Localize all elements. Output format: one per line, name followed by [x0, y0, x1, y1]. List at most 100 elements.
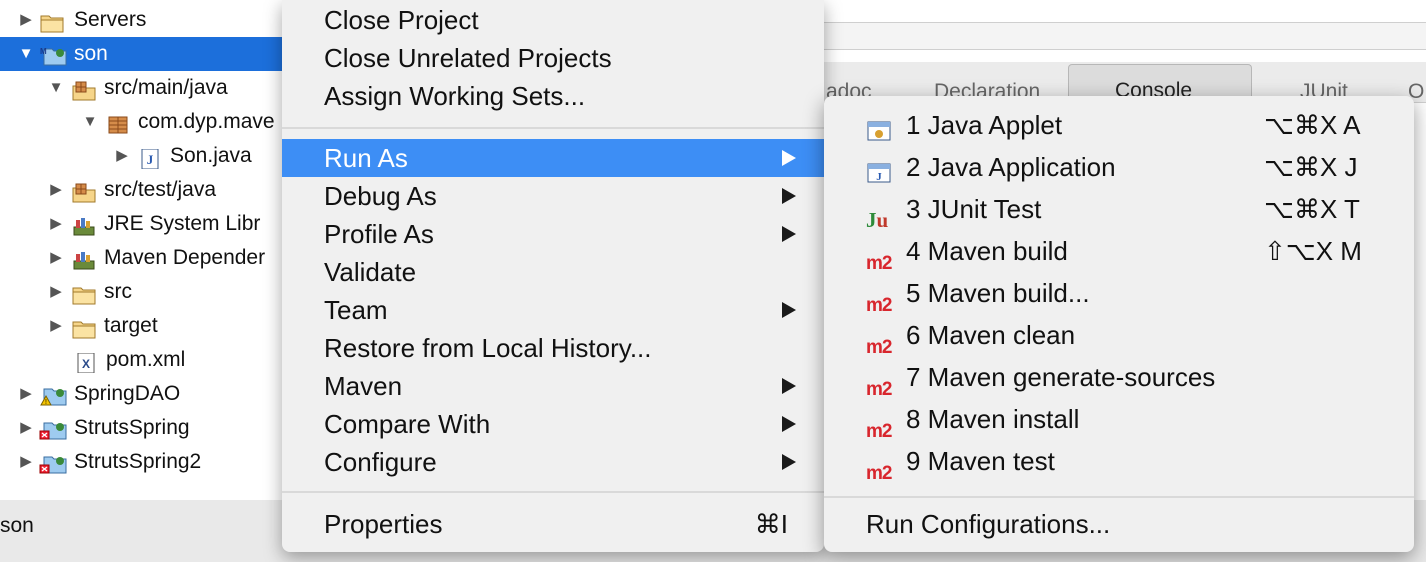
svg-text:J: J — [876, 171, 882, 183]
menu-item-label: 7 Maven generate-sources — [906, 362, 1216, 392]
menu-item-shortcut: ⌥⌘X A — [1264, 110, 1361, 140]
menu-item-label: Close Unrelated Projects — [324, 43, 612, 73]
menu-item-label: 9 Maven test — [906, 446, 1055, 476]
menu-item-debug-as[interactable]: Debug As — [282, 177, 824, 215]
tree-item[interactable]: ▶ JRE System Libr — [0, 207, 300, 241]
tree-item[interactable]: ▶! SpringDAO — [0, 377, 300, 411]
svg-text:X: X — [82, 357, 90, 371]
menu-item-properties[interactable]: Properties ⌘I — [282, 505, 824, 543]
folder-icon — [72, 282, 96, 305]
expand-right-icon[interactable]: ▶ — [18, 377, 34, 411]
expand-down-icon[interactable]: ▼ — [82, 105, 98, 139]
menu-item-label: Maven — [324, 371, 403, 401]
tree-item[interactable]: ▶ src — [0, 275, 300, 309]
tree-item[interactable]: Xpom.xml — [0, 343, 300, 377]
menu-item-label: 2 Java Application — [906, 152, 1116, 182]
run-as-item[interactable]: m2 9 Maven test — [824, 440, 1414, 484]
menu-item-shortcut: ⇧⌥X M — [1264, 236, 1362, 266]
tree-item-label: StrutsSpring2 — [74, 450, 202, 473]
menu-item-label: 3 JUnit Test — [906, 194, 1042, 224]
expand-right-icon[interactable]: ▶ — [18, 445, 34, 479]
maven-m2-icon: m2 — [866, 253, 892, 274]
svg-text:M: M — [40, 47, 47, 56]
expand-right-icon[interactable]: ▶ — [114, 139, 130, 173]
menu-item-run-configurations[interactable]: Run Configurations... — [824, 503, 1414, 545]
menu-item-label: Assign Working Sets... — [324, 81, 586, 111]
expand-down-icon[interactable]: ▼ — [18, 37, 34, 71]
menu-item-label: 1 Java Applet — [906, 110, 1063, 140]
run-as-item[interactable]: m2 5 Maven build... — [824, 272, 1414, 316]
menu-item-shortcut: ⌥⌘X J — [1264, 152, 1358, 182]
library-icon — [72, 214, 96, 236]
menu-item-label: Close Project — [324, 5, 479, 35]
menu-item-configure[interactable]: Configure — [282, 443, 824, 481]
svg-text:J: J — [147, 152, 154, 167]
expand-right-icon[interactable]: ▶ — [48, 173, 64, 207]
tree-item[interactable]: ▶ StrutsSpring — [0, 411, 300, 445]
run-as-item[interactable]: m2 7 Maven generate-sources — [824, 356, 1414, 400]
expand-right-icon[interactable]: ▶ — [48, 309, 64, 343]
run-as-item[interactable]: m2 6 Maven clean — [824, 314, 1414, 358]
tree-item[interactable]: ▶ Servers — [0, 3, 300, 37]
tree-item[interactable]: ▶ StrutsSpring2 — [0, 445, 300, 479]
tree-item-label: pom.xml — [106, 348, 186, 371]
run-as-item[interactable]: m2 8 Maven install — [824, 398, 1414, 442]
menu-item-label: Compare With — [324, 409, 491, 439]
expand-right-icon[interactable]: ▶ — [48, 275, 64, 309]
menu-item-validate[interactable]: Validate — [282, 253, 824, 291]
menu-item-profile-as[interactable]: Profile As — [282, 215, 824, 253]
expand-right-icon[interactable]: ▶ — [48, 207, 64, 241]
tree-item-label: src/main/java — [104, 76, 228, 99]
run-as-item[interactable]: 1 Java Applet ⌥⌘X A — [824, 104, 1414, 146]
menu-item-restore-local-history[interactable]: Restore from Local History... — [282, 329, 824, 367]
menu-item-close-project[interactable]: Close Project — [282, 1, 824, 39]
menu-item-compare-with[interactable]: Compare With — [282, 405, 824, 443]
menu-item-label: 6 Maven clean — [906, 320, 1076, 350]
submenu-arrow-icon — [782, 302, 796, 318]
expand-right-icon[interactable]: ▶ — [48, 241, 64, 275]
menu-item-label: 8 Maven install — [906, 404, 1080, 434]
menu-item-run-as[interactable]: Run As — [282, 139, 824, 177]
maven-m2-icon: m2 — [866, 337, 892, 358]
status-text: son — [0, 514, 34, 537]
menu-item-maven[interactable]: Maven — [282, 367, 824, 405]
tree-item-label: target — [104, 314, 158, 337]
project-error-icon — [38, 418, 67, 440]
menu-item-label: Debug As — [324, 181, 437, 211]
menu-item-label: Restore from Local History... — [324, 333, 652, 363]
menu-item-close-unrelated-projects[interactable]: Close Unrelated Projects — [282, 39, 824, 77]
run-as-item[interactable]: Ju 3 JUnit Test ⌥⌘X T — [824, 188, 1414, 232]
menu-item-label: Validate — [324, 257, 417, 287]
project-warning-icon: ! — [38, 384, 67, 406]
menu-item-team[interactable]: Team — [282, 291, 824, 329]
project-explorer: ▶ Servers ▼ Mson ▼ src/main/java ▼ com.dyp.mave… — [0, 0, 300, 501]
run-as-item[interactable]: m2 4 Maven build ⇧⌥X M — [824, 230, 1414, 274]
tree-item[interactable]: ▶ J Son.java — [0, 139, 300, 173]
menu-separator — [282, 491, 824, 493]
tree-item-label: Son.java — [170, 144, 252, 167]
submenu-arrow-icon — [782, 188, 796, 204]
package-icon — [106, 112, 130, 134]
folder-icon — [72, 316, 96, 339]
tree-item-label: Servers — [74, 8, 147, 31]
maven-m2-icon: m2 — [866, 463, 892, 484]
library-icon — [72, 248, 96, 270]
maven-project-icon: M — [38, 44, 67, 66]
expand-right-icon[interactable]: ▶ — [18, 3, 34, 37]
editor-tab-strip — [820, 22, 1426, 50]
maven-m2-icon: m2 — [866, 379, 892, 400]
run-as-item[interactable]: J 2 Java Application ⌥⌘X J — [824, 146, 1414, 188]
expand-down-icon[interactable]: ▼ — [48, 71, 64, 105]
expand-right-icon[interactable]: ▶ — [18, 411, 34, 445]
project-error-icon — [38, 452, 67, 474]
tree-item[interactable]: ▶ Maven Depender — [0, 241, 300, 275]
tree-item[interactable]: ▶ src/test/java — [0, 173, 300, 207]
tree-item[interactable]: ▼ src/main/java — [0, 71, 300, 105]
tree-item[interactable]: ▶ target — [0, 309, 300, 343]
tree-item[interactable]: ▼ com.dyp.mave — [0, 105, 300, 139]
menu-item-shortcut: ⌥⌘X T — [1264, 194, 1360, 224]
source-folder-icon — [72, 78, 96, 101]
folder-icon — [40, 10, 64, 33]
menu-item-assign-working-sets[interactable]: Assign Working Sets... — [282, 77, 824, 115]
tree-item[interactable]: ▼ Mson — [0, 37, 300, 71]
